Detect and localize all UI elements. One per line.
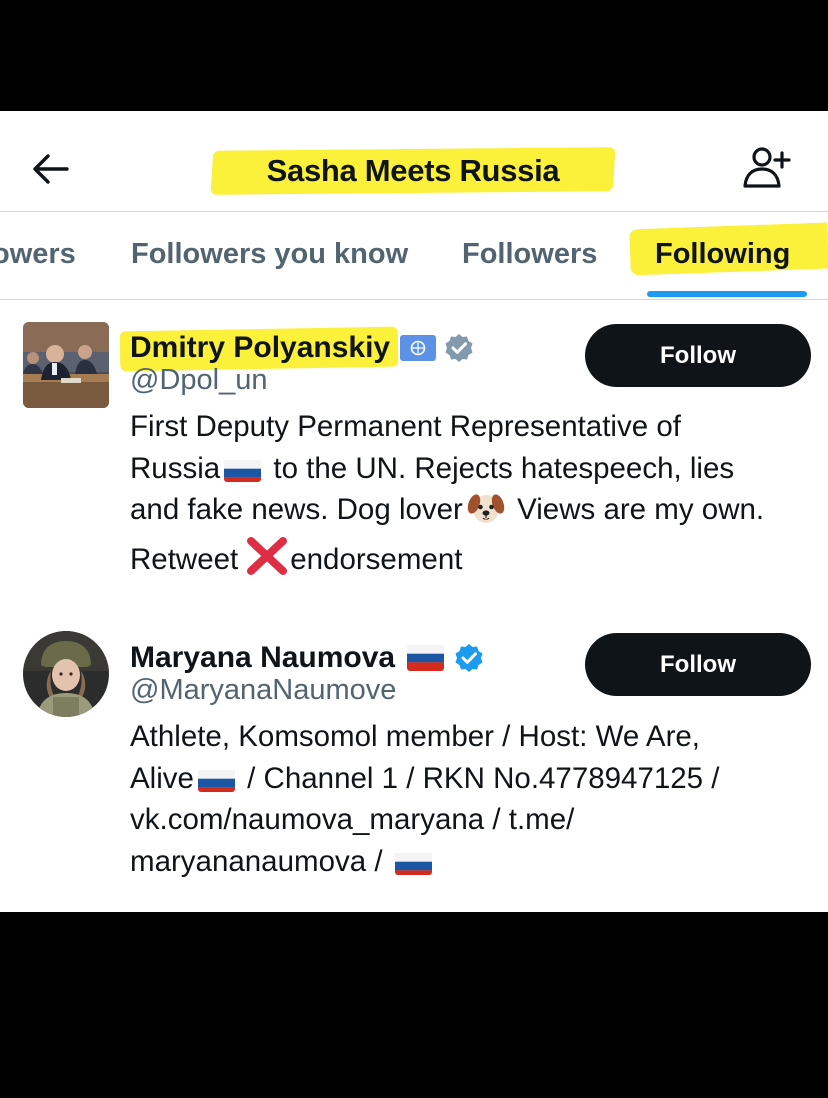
verified-blue-icon [455,644,483,672]
bio-text: endorsement [290,542,463,576]
user-bio: First Deputy Permanent Representative of… [130,406,820,586]
arrow-left-icon [33,154,69,184]
active-tab-indicator [647,291,807,297]
add-user-button[interactable] [740,143,794,193]
bio-line: and fake news. Dog lover Views are my ow… [130,489,820,537]
back-button[interactable] [28,147,72,191]
bio-line: Retweet endorsement [130,536,820,587]
user-handle[interactable]: @MaryanaNaumove [130,674,396,707]
bio-line: First Deputy Permanent Representative of [130,410,681,443]
bio-line: vk.com/naumova_maryana / t.me/ [130,803,575,836]
follow-button[interactable]: Follow [585,324,811,387]
bio-text: Alive [130,761,194,795]
avatar[interactable] [23,322,109,408]
tab-bar: owers Followers you know Followers Follo… [0,212,828,299]
user-name-line: Maryana Naumova [130,638,484,678]
user-name[interactable]: Dmitry Polyanskiy [130,331,390,364]
tab-followers[interactable]: Followers [462,212,597,296]
russia-flag-icon [197,766,235,792]
bio-text: Russia [130,451,221,485]
list-item[interactable]: Dmitry Polyanskiy @Dpol_un Follow First … [0,311,828,581]
dog-face-icon [467,491,505,537]
page-title-container: Sasha Meets Russia [210,147,616,195]
bio-text: maryananaumova / [130,844,383,878]
bio-text: Retweet [130,542,239,576]
tab-followers-you-know[interactable]: Followers you know [131,212,408,296]
user-name[interactable]: Maryana Naumova [130,641,395,675]
bio-line: Athlete, Komsomol member / Host: We Are, [130,720,700,753]
russia-flag-icon [407,645,445,671]
un-flag-icon [400,335,437,361]
user-handle[interactable]: @Dpol_un [130,364,267,397]
russia-flag-icon [394,849,432,875]
bio-text: Views are my own. [508,493,765,526]
list-item[interactable]: Maryana Naumova @MaryanaNaumove Follow A… [0,621,828,891]
bio-text: / Channel 1 / RKN No.4778947125 / [238,761,720,795]
tabs-divider [0,299,828,300]
bio-text: to the UN. Rejects hatespeech, lies [265,451,735,485]
verified-gray-icon [445,334,473,362]
add-user-icon [743,147,791,188]
bio-line: Alive / Channel 1 / RKN No.4778947125 / [130,758,820,800]
page-title: Sasha Meets Russia [266,153,560,188]
bio-text: and fake news. Dog lover [130,493,463,526]
follow-button[interactable]: Follow [585,633,811,696]
top-bar: Sasha Meets Russia [0,111,828,211]
user-name-container: Dmitry Polyanskiy [119,326,399,372]
cross-mark-icon [246,536,288,587]
avatar[interactable] [23,631,109,717]
user-name-line: Dmitry Polyanskiy [119,326,474,372]
tab-followers-partial[interactable]: owers [0,212,76,296]
profile-connections-screen: Sasha Meets Russia owers Followers you k… [0,111,828,912]
bio-line: Russia to the UN. Rejects hatespeech, li… [130,448,820,490]
russia-flag-icon [224,456,262,482]
tab-following[interactable]: Following [655,212,790,296]
bio-line: maryananaumova / [130,841,820,883]
user-bio: Athlete, Komsomol member / Host: We Are,… [130,716,820,882]
